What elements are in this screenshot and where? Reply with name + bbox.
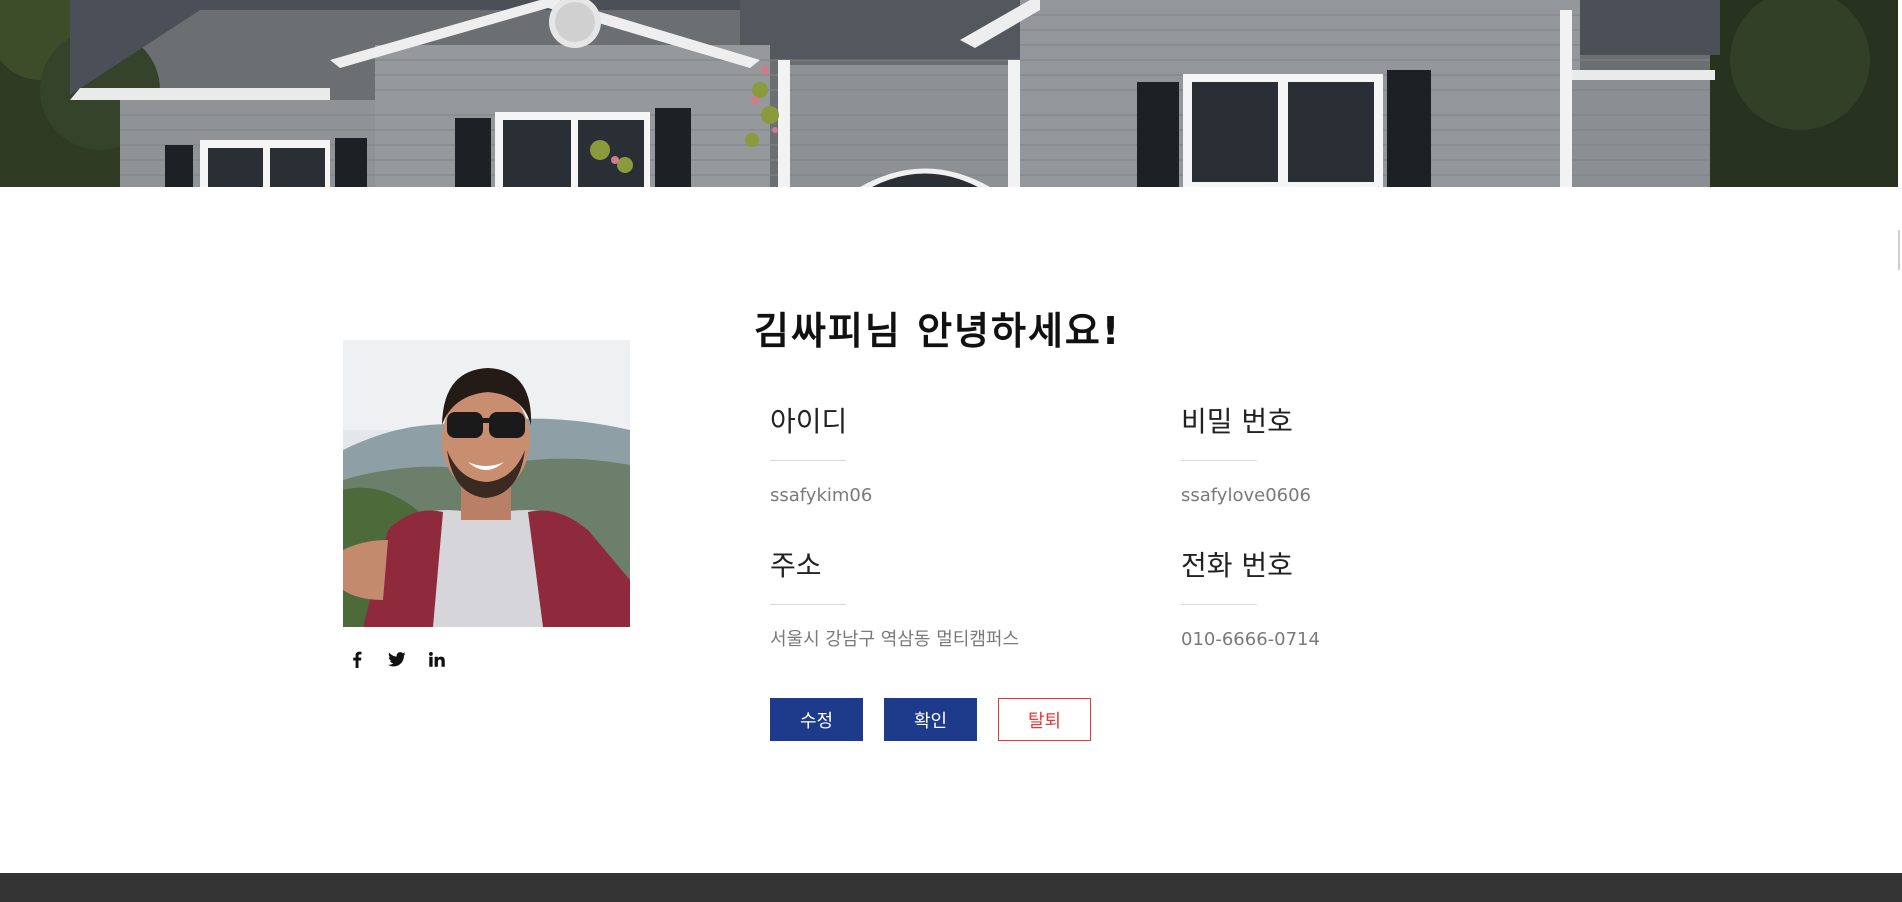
twitter-icon[interactable] — [388, 650, 406, 668]
field-password: 비밀 번호 ssafylove0606 — [1181, 404, 1541, 507]
field-address: 주소 서울시 강남구 역삼동 멀티캠퍼스 — [770, 548, 1130, 651]
field-value: ssafylove0606 — [1181, 485, 1312, 506]
field-phone: 전화 번호 010-6666-0714 — [1181, 548, 1541, 651]
field-label: 전화 번호 — [1181, 549, 1293, 582]
edit-button[interactable]: 수정 — [770, 698, 863, 741]
page-right-edge — [1898, 187, 1902, 873]
social-links — [348, 647, 446, 671]
field-label: 비밀 번호 — [1181, 405, 1293, 438]
confirm-button[interactable]: 확인 — [884, 698, 977, 741]
field-value: 서울시 강남구 역삼동 멀티캠퍼스 — [770, 629, 1020, 650]
scrollbar-thumb[interactable] — [1898, 230, 1900, 270]
field-value: 010-6666-0714 — [1181, 629, 1320, 650]
field-value: ssafykim06 — [770, 485, 873, 506]
hero-banner-image — [0, 0, 1898, 187]
profile-avatar-photo — [343, 340, 630, 627]
field-label: 주소 — [770, 549, 822, 582]
facebook-icon[interactable] — [348, 650, 366, 668]
footer — [0, 873, 1902, 902]
field-divider — [770, 460, 846, 461]
linkedin-icon[interactable] — [428, 650, 446, 668]
field-divider — [1181, 460, 1257, 461]
field-label: 아이디 — [770, 405, 848, 438]
field-user-id: 아이디 ssafykim06 — [770, 404, 1130, 507]
field-divider — [1181, 604, 1257, 605]
withdraw-button[interactable]: 탈퇴 — [998, 698, 1091, 741]
greeting-title: 김싸피님 안녕하세요! — [754, 309, 1122, 353]
field-divider — [770, 604, 846, 605]
